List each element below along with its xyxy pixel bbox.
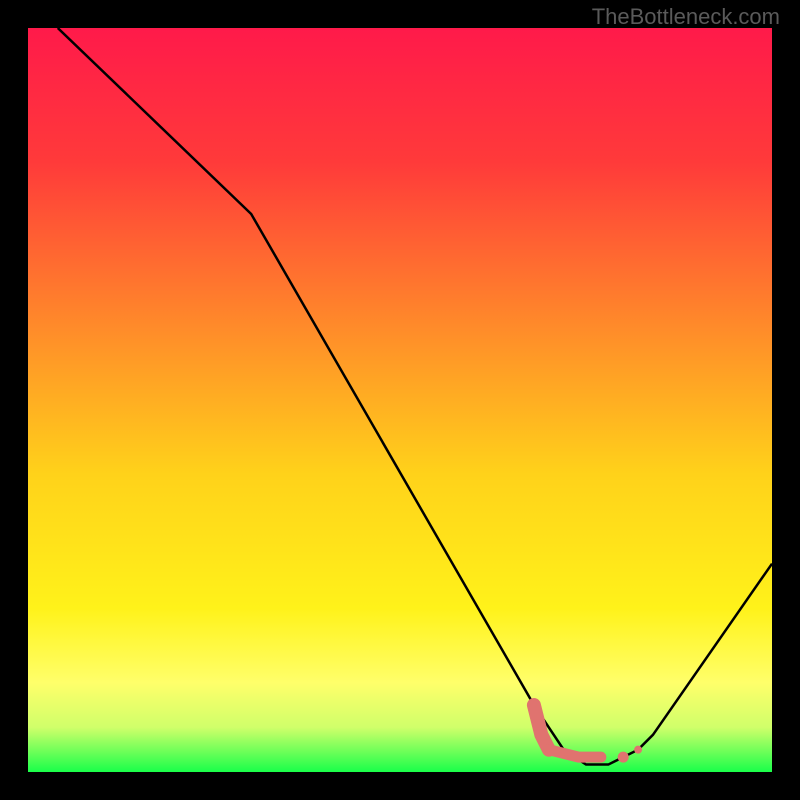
chart-area	[28, 28, 772, 772]
chart-frame	[28, 28, 772, 772]
marker-hook	[534, 705, 549, 750]
marker-group	[534, 705, 642, 763]
watermark-text: TheBottleneck.com	[592, 4, 780, 30]
marker-flat	[549, 750, 601, 757]
marker-dot	[634, 746, 642, 754]
bottleneck-curve-path	[58, 28, 772, 765]
marker-dot	[618, 752, 629, 763]
curve-layer	[28, 28, 772, 772]
